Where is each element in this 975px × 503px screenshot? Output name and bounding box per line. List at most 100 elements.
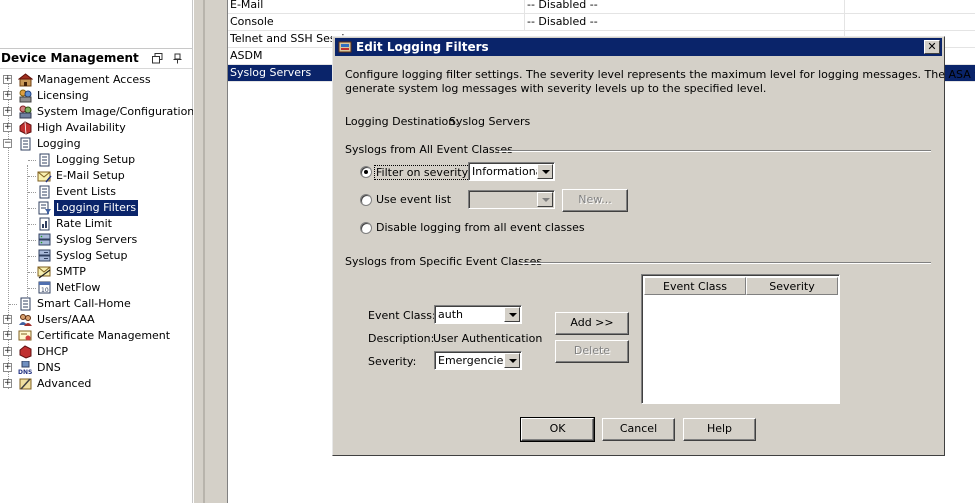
chevron-down-icon[interactable] — [504, 307, 520, 322]
licensing-icon — [18, 89, 33, 103]
tree-item-users-aaa[interactable]: + Users/AAA — [0, 312, 193, 328]
tree-item-logging-setup[interactable]: Logging Setup — [0, 152, 193, 168]
tree-item-high-availability[interactable]: + High Availability — [0, 120, 193, 136]
tree-label: DNS — [37, 361, 61, 374]
tree-label: Logging Setup — [56, 153, 136, 166]
filter-on-severity-label[interactable]: Filter on severity — [374, 165, 471, 180]
tree-item-dhcp[interactable]: + DHCP — [0, 344, 193, 360]
tree-label: Certificate Management — [37, 329, 171, 342]
tree-item-logging[interactable]: − Logging — [0, 136, 193, 152]
severity-select-value: Informational — [472, 165, 546, 178]
syslog-servers-icon — [37, 233, 52, 247]
tree-item-syslog-setup[interactable]: Syslog Setup — [0, 248, 193, 264]
tree-item-rate-limit[interactable]: Rate Limit — [0, 216, 193, 232]
disable-logging-radio[interactable] — [360, 222, 372, 234]
event-class-select-value: auth — [438, 308, 463, 321]
filter-cell: -- Disabled -- — [524, 14, 844, 30]
expand-icon[interactable]: + — [3, 91, 12, 100]
logging-destination-label: Logging Destination: — [345, 115, 459, 128]
panel-splitter[interactable] — [193, 0, 227, 503]
expand-icon[interactable]: + — [3, 379, 12, 388]
restore-window-icon[interactable] — [152, 53, 163, 64]
tree-label: High Availability — [37, 121, 126, 134]
use-event-list-label[interactable]: Use event list — [376, 193, 451, 206]
logging-setup-icon — [37, 153, 52, 167]
tree-item-logging-filters[interactable]: Logging Filters — [0, 200, 193, 216]
chevron-down-icon[interactable] — [537, 164, 553, 179]
chevron-down-icon[interactable] — [537, 192, 553, 207]
tree-item-licensing[interactable]: + Licensing — [0, 88, 193, 104]
severity-label: Severity: — [368, 355, 417, 368]
certificate-management-icon — [18, 329, 33, 343]
tree-item-advanced[interactable]: + Advanced — [0, 376, 193, 392]
svg-text:DNS: DNS — [18, 369, 32, 375]
netflow-icon: 10 — [37, 281, 52, 295]
tree-label: Event Lists — [56, 185, 116, 198]
rate-limit-icon — [37, 217, 52, 231]
description-line-2: generate system log messages with severi… — [345, 82, 767, 95]
cancel-button[interactable]: Cancel — [602, 418, 675, 441]
tree-label: Users/AAA — [37, 313, 95, 326]
expand-icon[interactable]: + — [3, 363, 12, 372]
class-severity-select-value: Emergencies — [438, 354, 510, 367]
tree-item-smart-call-home[interactable]: Smart Call-Home — [0, 296, 193, 312]
tree-item-certificate-management[interactable]: + Certificate Management — [0, 328, 193, 344]
collapse-icon[interactable]: − — [3, 139, 12, 148]
table-row[interactable]: Console -- Disabled -- — [228, 14, 975, 31]
add-button[interactable]: Add >> — [555, 312, 629, 335]
use-event-list-radio[interactable] — [360, 194, 372, 206]
expand-icon[interactable]: + — [3, 347, 12, 356]
tree-item-dns[interactable]: + DNS DNS — [0, 360, 193, 376]
destination-cell: E-Mail — [230, 0, 264, 11]
left-navigation-panel: Device Management + Management Access + … — [0, 0, 195, 503]
logging-icon — [18, 137, 33, 151]
edit-logging-filters-dialog: Edit Logging Filters ✕ Configure logging… — [332, 36, 975, 456]
event-class-column-header[interactable]: Event Class — [644, 277, 746, 295]
tree-item-event-lists[interactable]: Event Lists — [0, 184, 193, 200]
delete-button[interactable]: Delete — [555, 340, 629, 363]
asdm-app-icon — [338, 40, 352, 54]
filter-on-severity-radio[interactable] — [360, 166, 372, 178]
smart-call-home-icon — [18, 297, 33, 311]
expand-icon[interactable]: + — [3, 123, 12, 132]
tree-item-email-setup[interactable]: E-Mail Setup — [0, 168, 193, 184]
help-button[interactable]: Help — [683, 418, 756, 441]
event-class-select[interactable]: auth — [434, 305, 522, 324]
tree-item-netflow[interactable]: 10 NetFlow — [0, 280, 193, 296]
dialog-title-bar[interactable]: Edit Logging Filters ✕ — [335, 38, 942, 56]
event-class-label: Event Class: — [368, 309, 436, 322]
pin-icon[interactable] — [172, 53, 183, 64]
chevron-down-icon[interactable] — [504, 353, 520, 368]
tree-item-management-access[interactable]: + Management Access — [0, 72, 193, 88]
tree-label: NetFlow — [56, 281, 101, 294]
tree-item-syslog-servers[interactable]: Syslog Servers — [0, 232, 193, 248]
severity-select[interactable]: Informational — [468, 162, 555, 181]
logging-destination-value: Syslog Servers — [449, 115, 531, 128]
tree-item-smtp[interactable]: SMTP — [0, 264, 193, 280]
tree-label: Syslog Setup — [56, 249, 128, 262]
disable-logging-label[interactable]: Disable logging from all event classes — [376, 221, 585, 234]
group-divider — [521, 262, 931, 264]
new-event-list-button[interactable]: New... — [562, 189, 628, 212]
expand-icon[interactable]: + — [3, 331, 12, 340]
ok-button[interactable]: OK — [520, 417, 595, 442]
severity-column-header[interactable]: Severity — [746, 277, 838, 295]
event-lists-icon — [37, 185, 52, 199]
system-image-icon — [18, 105, 33, 119]
expand-icon[interactable]: + — [3, 107, 12, 116]
close-button[interactable]: ✕ — [924, 40, 940, 54]
expand-icon[interactable]: + — [3, 315, 12, 324]
left-upper-pane — [0, 0, 192, 49]
tree-item-system-image[interactable]: + System Image/Configuration — [0, 104, 195, 120]
group-divider — [499, 150, 931, 152]
tree-label: Smart Call-Home — [37, 297, 131, 310]
event-class-table[interactable]: Event Class Severity — [641, 274, 840, 404]
tree-label: Logging Filters — [54, 200, 139, 216]
tree-label: System Image/Configuration — [37, 105, 195, 118]
class-severity-select[interactable]: Emergencies — [434, 351, 522, 370]
event-list-select[interactable] — [468, 190, 555, 209]
table-row[interactable]: E-Mail -- Disabled -- — [228, 0, 975, 14]
destination-cell: Console — [230, 15, 274, 28]
expand-icon[interactable]: + — [3, 75, 12, 84]
management-access-icon — [17, 73, 34, 87]
